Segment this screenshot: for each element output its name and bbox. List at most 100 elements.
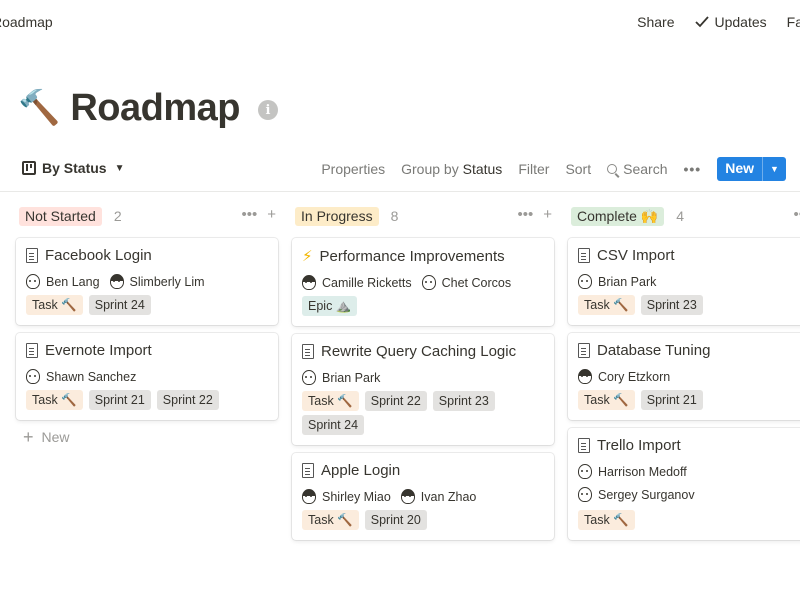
- hammer-icon[interactable]: 🔨: [18, 88, 60, 128]
- card-list: CSV Import Brian Park Task 🔨 Sprint 23 Datab…: [568, 238, 800, 540]
- person-name: Ivan Zhao: [420, 489, 477, 504]
- status-tag[interactable]: In Progress: [295, 206, 379, 226]
- column-tools: ••• +: [241, 206, 276, 223]
- tag-badge: Task 🔨: [578, 390, 635, 410]
- more-options-icon[interactable]: •••: [683, 161, 701, 177]
- chevron-down-icon: ▼: [114, 162, 125, 174]
- card-title: Database Tuning: [597, 342, 711, 359]
- new-dropdown-chevron-icon[interactable]: ▼: [762, 157, 786, 181]
- card-people: Harrison Medoff Sergey Surganov: [578, 464, 800, 502]
- column-tools: •••+: [793, 206, 800, 223]
- card-title: Apple Login: [321, 462, 401, 479]
- top-bar: Roadmap Share Updates Fav: [0, 0, 800, 46]
- card-title: Trello Import: [597, 437, 681, 454]
- column-add-icon[interactable]: +: [267, 206, 276, 223]
- search-button[interactable]: Search: [607, 161, 667, 177]
- tag-badge: Task 🔨: [578, 510, 635, 530]
- card-title-row: Rewrite Query Caching Logic: [302, 343, 544, 360]
- card-title-row: Trello Import: [578, 437, 800, 454]
- avatar-icon: [421, 275, 436, 290]
- tag-badge: Task 🔨: [26, 390, 83, 410]
- card-people: Brian Park: [578, 274, 800, 289]
- card-title: CSV Import: [597, 247, 675, 264]
- page-header: 🔨 Roadmap i: [18, 86, 278, 130]
- updates-button[interactable]: Updates: [694, 14, 767, 30]
- share-button[interactable]: Share: [637, 14, 674, 30]
- card-people: Ben Lang Slimberly Lim: [26, 274, 268, 289]
- view-selector[interactable]: By Status ▼: [22, 160, 124, 176]
- card-title-row: CSV Import: [578, 247, 800, 264]
- card-title-row: Apple Login: [302, 462, 544, 479]
- column-tools: ••• +: [517, 206, 552, 223]
- board-card[interactable]: Apple Login Shirley Miao Ivan Zhao Task 🔨 Sp…: [292, 453, 554, 540]
- person-chip[interactable]: Harrison Medoff: [578, 464, 800, 479]
- tag-badge: Sprint 22: [156, 390, 219, 410]
- avatar-icon: [302, 489, 316, 504]
- tag-badge: Task 🔨: [302, 391, 359, 411]
- group-by-button[interactable]: Group by Status: [401, 161, 502, 177]
- person-name: Harrison Medoff: [598, 464, 687, 479]
- card-title-row: Database Tuning: [578, 342, 800, 359]
- column-more-icon[interactable]: •••: [241, 206, 257, 223]
- person-chip[interactable]: Chet Corcos: [421, 275, 511, 290]
- card-tags: Task 🔨 Sprint 21: [578, 390, 800, 410]
- column-more-icon[interactable]: •••: [517, 206, 533, 223]
- person-chip[interactable]: Brian Park: [578, 274, 656, 289]
- tag-badge: Epic ⛰️: [302, 296, 358, 316]
- plus-icon: +: [23, 427, 34, 447]
- tag-badge: Sprint 24: [302, 415, 365, 435]
- board-card[interactable]: CSV Import Brian Park Task 🔨 Sprint 23: [568, 238, 800, 325]
- board-card[interactable]: Rewrite Query Caching Logic Brian Park Tas…: [292, 334, 554, 445]
- page-title[interactable]: Roadmap: [70, 86, 240, 130]
- avatar-icon: [578, 464, 592, 479]
- column-header: In Progress 8 ••• +: [295, 206, 554, 226]
- card-title: Rewrite Query Caching Logic: [321, 343, 517, 360]
- column-more-icon[interactable]: •••: [793, 206, 800, 223]
- sort-button[interactable]: Sort: [565, 161, 591, 177]
- search-label: Search: [623, 161, 668, 177]
- avatar-icon: [400, 489, 415, 504]
- board-card[interactable]: Facebook Login Ben Lang Slimberly Lim Task …: [16, 238, 278, 325]
- board-card[interactable]: ⚡ Performance Improvements Camille Rickett…: [292, 238, 554, 326]
- board-column: Not Started 2 ••• + Facebook Login Ben Lang Sl…: [16, 206, 278, 446]
- person-chip[interactable]: Ben Lang: [26, 274, 100, 289]
- favorite-button[interactable]: Fav: [787, 14, 800, 30]
- status-tag[interactable]: Not Started: [19, 206, 102, 226]
- board-card[interactable]: Trello Import Harrison Medoff Sergey Surga…: [568, 428, 800, 540]
- person-chip[interactable]: Shirley Miao: [302, 489, 391, 504]
- avatar-icon: [26, 369, 40, 384]
- page-icon: [578, 438, 590, 453]
- person-chip[interactable]: Slimberly Lim: [109, 274, 205, 289]
- person-name: Slimberly Lim: [129, 274, 205, 289]
- person-chip[interactable]: Shawn Sanchez: [26, 369, 136, 384]
- column-count: 8: [390, 208, 399, 224]
- person-chip[interactable]: Sergey Surganov: [578, 487, 800, 502]
- tag-badge: Sprint 23: [640, 295, 703, 315]
- person-chip[interactable]: Brian Park: [302, 370, 380, 385]
- person-chip[interactable]: Ivan Zhao: [400, 489, 477, 504]
- card-tags: Epic ⛰️: [302, 296, 544, 316]
- info-icon[interactable]: i: [257, 100, 278, 120]
- column-header: Complete 🙌 4 •••+: [571, 206, 800, 226]
- board-card[interactable]: Evernote Import Shawn Sanchez Task 🔨 Sprint…: [16, 333, 278, 420]
- breadcrumb[interactable]: Roadmap: [0, 14, 53, 30]
- status-tag[interactable]: Complete 🙌: [571, 206, 665, 226]
- add-new-card-button[interactable]: + New: [23, 428, 278, 446]
- add-new-label: New: [41, 429, 70, 445]
- avatar-icon: [578, 369, 592, 384]
- board-card[interactable]: Database Tuning Cory Etzkorn Task 🔨 Sprint …: [568, 333, 800, 420]
- filter-button[interactable]: Filter: [518, 161, 549, 177]
- person-chip[interactable]: Cory Etzkorn: [578, 369, 670, 384]
- avatar-icon: [302, 370, 316, 385]
- card-title: Evernote Import: [45, 342, 152, 359]
- person-name: Sergey Surganov: [598, 487, 695, 502]
- column-add-icon[interactable]: +: [543, 206, 552, 223]
- avatar-icon: [578, 487, 592, 502]
- page-icon: [26, 248, 38, 263]
- view-actions: Properties Group by Status Filter Sort S…: [321, 157, 786, 181]
- person-chip[interactable]: Camille Ricketts: [302, 275, 412, 290]
- new-button[interactable]: New ▼: [717, 157, 786, 181]
- page-icon: [302, 344, 314, 359]
- board-column: In Progress 8 ••• + ⚡ Performance Improvement…: [292, 206, 554, 548]
- properties-button[interactable]: Properties: [321, 161, 385, 177]
